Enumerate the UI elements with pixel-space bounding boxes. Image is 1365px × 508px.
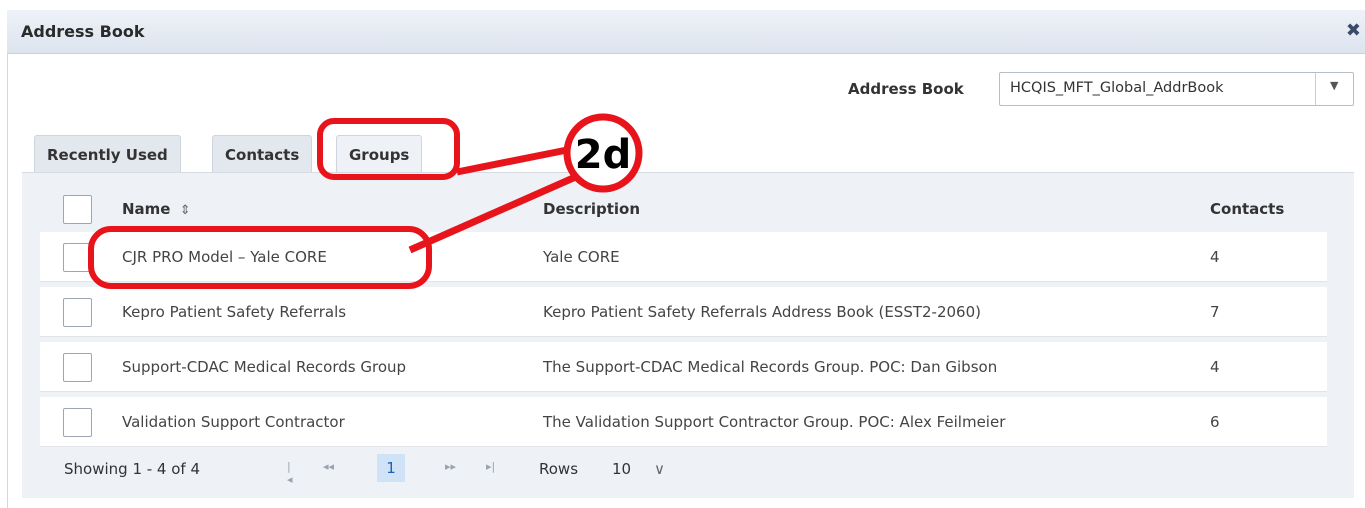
- chevron-down-icon: ∨: [654, 460, 665, 478]
- row-checkbox[interactable]: [63, 243, 92, 272]
- column-header-description: Description: [543, 200, 641, 218]
- address-book-selected-value: HCQIS_MFT_Global_AddrBook: [1010, 80, 1224, 96]
- address-book-label: Address Book: [848, 80, 964, 98]
- next-page-icon[interactable]: ▸▸: [445, 460, 456, 473]
- row-checkbox[interactable]: [63, 353, 92, 382]
- row-checkbox[interactable]: [63, 298, 92, 327]
- close-icon[interactable]: ✖: [1346, 20, 1361, 41]
- rows-per-page-select[interactable]: 10 ∨: [612, 456, 716, 484]
- table-row[interactable]: Kepro Patient Safety Referrals Kepro Pat…: [40, 287, 1327, 337]
- group-name: CJR PRO Model – Yale CORE: [122, 248, 327, 266]
- tab-contacts[interactable]: Contacts: [212, 135, 313, 172]
- group-description: The Validation Support Contractor Group.…: [543, 413, 1006, 431]
- table-row[interactable]: Validation Support Contractor The Valida…: [40, 397, 1327, 447]
- dialog-title: Address Book: [21, 22, 145, 41]
- column-header-name-label: Name: [122, 200, 171, 218]
- group-contacts-count: 4: [1210, 248, 1220, 266]
- group-description: The Support-CDAC Medical Records Group. …: [543, 358, 998, 376]
- group-description: Yale CORE: [543, 248, 620, 266]
- row-checkbox[interactable]: [63, 408, 92, 437]
- table-row[interactable]: Support-CDAC Medical Records Group The S…: [40, 342, 1327, 392]
- rows-per-page-value: 10: [612, 460, 632, 478]
- dialog-titlebar: Address Book ✖: [7, 10, 1365, 54]
- callout-line-to-tab: [456, 146, 568, 176]
- group-description: Kepro Patient Safety Referrals Address B…: [543, 303, 981, 321]
- column-header-name[interactable]: Name ⇕: [122, 200, 191, 218]
- last-page-icon[interactable]: ▸|: [486, 460, 495, 473]
- select-divider: [1315, 73, 1316, 105]
- group-name: Support-CDAC Medical Records Group: [122, 358, 407, 376]
- sort-icon[interactable]: ⇕: [180, 203, 191, 218]
- dialog-border: [7, 54, 8, 508]
- table-row[interactable]: CJR PRO Model – Yale CORE Yale CORE 4: [40, 232, 1327, 282]
- tab-groups[interactable]: Groups: [336, 135, 423, 172]
- group-contacts-count: 6: [1210, 413, 1220, 431]
- showing-count: Showing 1 - 4 of 4: [64, 460, 201, 478]
- previous-page-icon[interactable]: ◂◂: [323, 460, 334, 473]
- address-book-select[interactable]: HCQIS_MFT_Global_AddrBook ▼: [999, 72, 1354, 106]
- page-1-button[interactable]: 1: [377, 454, 405, 482]
- chevron-down-icon[interactable]: ▼: [1330, 79, 1338, 92]
- table-header: Name ⇕ Description Contacts: [40, 188, 1330, 232]
- column-header-contacts: Contacts: [1210, 200, 1285, 218]
- group-name: Kepro Patient Safety Referrals: [122, 303, 347, 321]
- group-contacts-count: 7: [1210, 303, 1220, 321]
- group-contacts-count: 4: [1210, 358, 1220, 376]
- tab-recently-used[interactable]: Recently Used: [34, 135, 181, 172]
- first-page-icon[interactable]: |◂: [287, 460, 293, 486]
- select-all-checkbox[interactable]: [63, 195, 92, 224]
- rows-label: Rows: [539, 460, 579, 478]
- group-name: Validation Support Contractor: [122, 413, 345, 431]
- address-book-dialog: Address Book ✖ Address Book HCQIS_MFT_Gl…: [0, 0, 1365, 508]
- callout-badge-label: 2d: [574, 132, 632, 178]
